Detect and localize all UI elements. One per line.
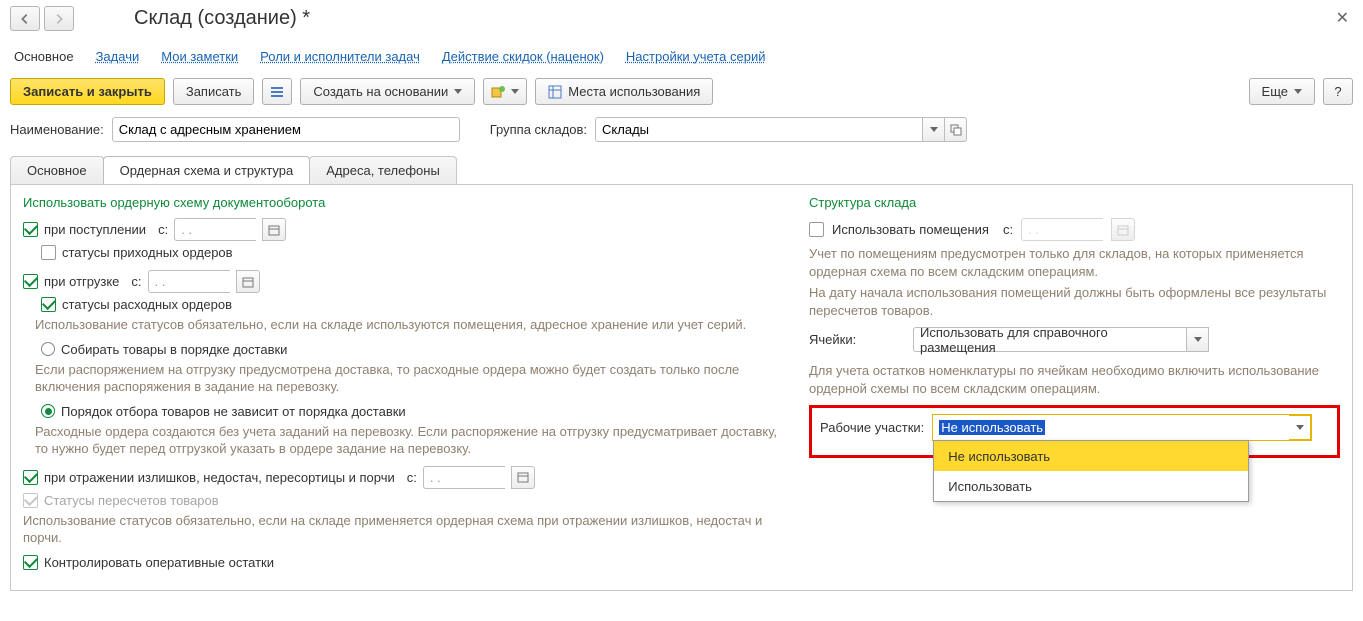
lbl-on-receipt: при поступлении xyxy=(44,222,146,237)
lbl-radio2: Порядок отбора товаров не зависит от пор… xyxy=(61,404,406,419)
lbl-control: Контролировать оперативные остатки xyxy=(44,555,274,570)
caret-icon xyxy=(454,89,462,94)
lbl-status-in: статусы приходных ордеров xyxy=(62,245,233,260)
lbl-since-2: с: xyxy=(131,274,141,289)
lbl-use-rooms: Использовать помещения xyxy=(832,222,989,237)
page-title: Склад (создание) * xyxy=(134,7,310,30)
radio-independent[interactable] xyxy=(41,404,55,418)
create-based-label: Создать на основании xyxy=(313,84,448,99)
lbl-on-adjust: при отражении излишков, недостач, пересо… xyxy=(44,470,395,485)
nav-discounts[interactable]: Действие скидок (наценок) xyxy=(442,49,604,64)
list-icon-button[interactable] xyxy=(262,78,292,105)
calendar-icon xyxy=(1111,218,1135,241)
chk-on-ship[interactable] xyxy=(23,274,38,289)
nav-roles[interactable]: Роли и исполнители задач xyxy=(260,49,420,64)
dd-option-not-use[interactable]: Не использовать xyxy=(934,441,1248,471)
help-button[interactable]: ? xyxy=(1323,78,1353,105)
create-based-button[interactable]: Создать на основании xyxy=(300,78,475,105)
calendar-icon[interactable] xyxy=(236,270,260,293)
more-button[interactable]: Еще xyxy=(1249,78,1315,105)
work-areas-dropdown: Не использовать Использовать xyxy=(933,440,1249,502)
save-close-button[interactable]: Записать и закрыть xyxy=(10,78,165,105)
highlight-box: Рабочие участки: Не использовать Не испо… xyxy=(809,405,1340,458)
hint-recount: Использование статусов обязательно, если… xyxy=(23,512,791,547)
chk-status-recount xyxy=(23,493,38,508)
date-ship[interactable]: . . xyxy=(148,270,230,293)
chk-control[interactable] xyxy=(23,555,38,570)
usage-label: Места использования xyxy=(568,84,700,99)
chk-status-out[interactable] xyxy=(41,297,56,312)
close-icon[interactable]: ✕ xyxy=(1336,8,1349,28)
hint-cells: Для учета остатков номенклатуры по ячейк… xyxy=(809,362,1340,397)
work-areas-label: Рабочие участки: xyxy=(820,420,924,435)
cells-select[interactable]: Использовать для справочного размещения xyxy=(913,327,1187,352)
work-areas-value: Не использовать xyxy=(939,420,1045,435)
lbl-on-ship: при отгрузке xyxy=(44,274,119,289)
lbl-since-r: с: xyxy=(1003,222,1013,237)
dd-option-use[interactable]: Использовать xyxy=(934,471,1248,501)
usage-button[interactable]: Места использования xyxy=(535,78,713,105)
tab-order-scheme[interactable]: Ордерная схема и структура xyxy=(103,156,311,184)
work-areas-select[interactable]: Не использовать xyxy=(933,415,1289,440)
nav-tasks[interactable]: Задачи xyxy=(96,49,140,64)
forward-button[interactable] xyxy=(44,6,74,31)
chk-use-rooms[interactable] xyxy=(809,222,824,237)
name-label: Наименование: xyxy=(10,122,104,137)
hint-status-out: Использование статусов обязательно, если… xyxy=(35,316,791,334)
lbl-status-recount: Статусы пересчетов товаров xyxy=(44,493,219,508)
caret-icon xyxy=(1294,89,1302,94)
more-label: Еще xyxy=(1262,84,1288,99)
radio-collect-order[interactable] xyxy=(41,342,55,356)
name-input[interactable] xyxy=(112,117,460,142)
hint-radio2: Расходные ордера создаются без учета зад… xyxy=(35,423,791,458)
tab-addresses[interactable]: Адреса, телефоны xyxy=(309,156,457,184)
nav-current[interactable]: Основное xyxy=(14,49,74,64)
hint-radio1: Если распоряжением на отгрузку предусмот… xyxy=(35,361,791,396)
date-adjust[interactable]: . . xyxy=(423,466,505,489)
chk-on-receipt[interactable] xyxy=(23,222,38,237)
nav-notes[interactable]: Мои заметки xyxy=(161,49,238,64)
date-receipt[interactable]: . . xyxy=(174,218,256,241)
caret-icon xyxy=(511,89,519,94)
group-input[interactable] xyxy=(595,117,923,142)
lbl-since-1: с: xyxy=(158,222,168,237)
nav-series[interactable]: Настройки учета серий xyxy=(626,49,766,64)
left-section-title: Использовать ордерную схему документообо… xyxy=(23,195,791,210)
table-icon xyxy=(548,85,562,99)
calendar-icon[interactable] xyxy=(511,466,535,489)
tab-main[interactable]: Основное xyxy=(10,156,104,184)
hint-rooms-2: На дату начала использования помещений д… xyxy=(809,284,1340,319)
calendar-icon[interactable] xyxy=(262,218,286,241)
group-label: Группа складов: xyxy=(490,122,587,137)
chk-status-in[interactable] xyxy=(41,245,56,260)
hint-rooms-1: Учет по помещениям предусмотрен только д… xyxy=(809,245,1340,280)
lbl-status-out: статусы расходных ордеров xyxy=(62,297,232,312)
back-button[interactable] xyxy=(10,6,40,31)
attach-button[interactable] xyxy=(483,78,527,105)
chk-on-adjust[interactable] xyxy=(23,470,38,485)
cells-label: Ячейки: xyxy=(809,332,905,347)
work-areas-dropdown-button[interactable] xyxy=(1289,415,1311,440)
group-open-button[interactable] xyxy=(945,117,967,142)
lbl-radio1: Собирать товары в порядке доставки xyxy=(61,342,287,357)
cells-dropdown-button[interactable] xyxy=(1187,327,1209,352)
date-rooms: . . xyxy=(1021,218,1103,241)
right-section-title: Структура склада xyxy=(809,195,1340,210)
lbl-since-3: с: xyxy=(407,470,417,485)
save-button[interactable]: Записать xyxy=(173,78,255,105)
group-dropdown-button[interactable] xyxy=(923,117,945,142)
